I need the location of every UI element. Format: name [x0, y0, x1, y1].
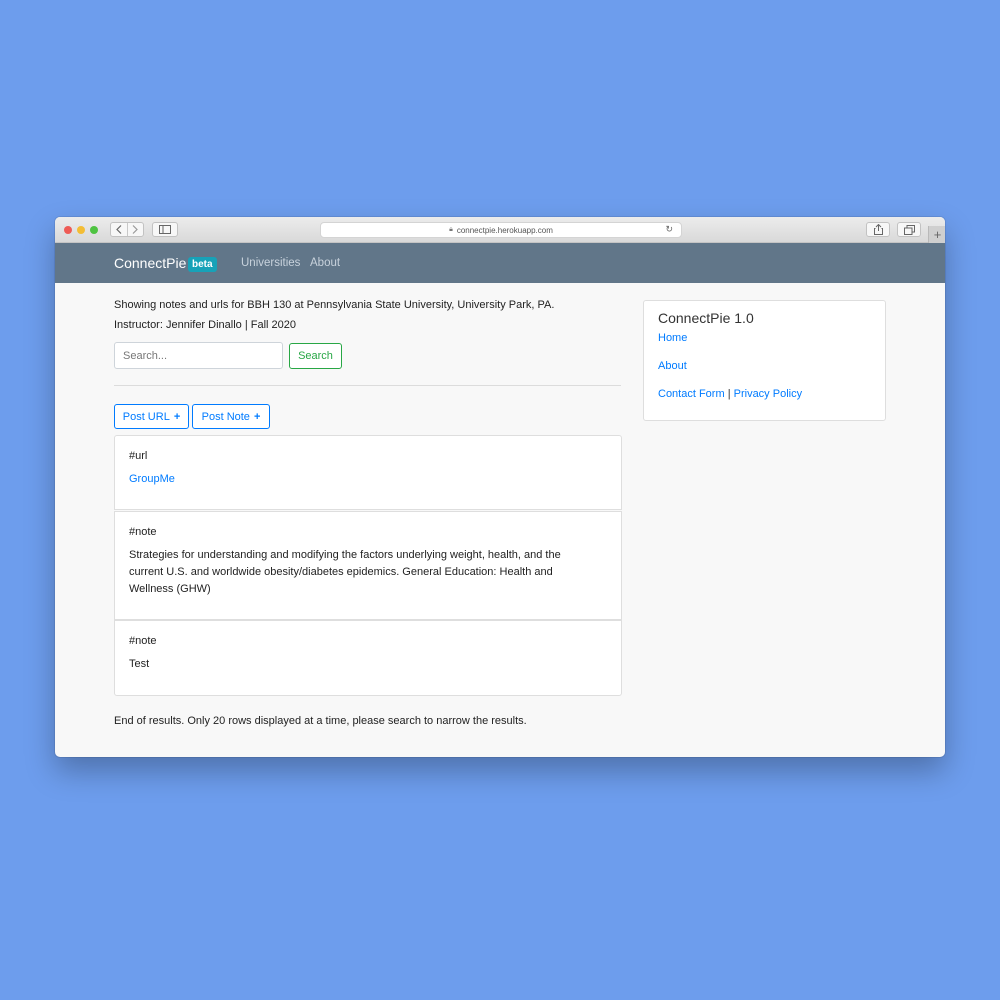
results-footer: End of results. Only 20 rows displayed a… — [114, 715, 527, 727]
item-tag: #note — [129, 526, 157, 538]
share-icon[interactable] — [866, 222, 890, 237]
item-tag: #url — [129, 450, 148, 462]
minimize-window-button[interactable] — [77, 226, 85, 234]
contact-form-link[interactable]: Contact Form — [658, 388, 725, 400]
history-nav — [110, 222, 144, 237]
plus-icon: + — [173, 410, 181, 423]
back-icon[interactable] — [111, 223, 128, 236]
item-link[interactable]: GroupMe — [129, 471, 589, 488]
privacy-policy-link[interactable]: Privacy Policy — [734, 388, 802, 400]
sidebar-toggle-icon[interactable] — [152, 222, 178, 237]
post-note-button[interactable]: Post Note + — [192, 404, 270, 429]
instructor-info: Instructor: Jennifer Dinallo | Fall 2020 — [114, 319, 296, 331]
reload-icon[interactable]: ↻ — [665, 224, 673, 235]
brand-logo[interactable]: ConnectPie — [114, 255, 186, 271]
sidebar-title: ConnectPie 1.0 — [658, 310, 754, 326]
beta-badge: beta — [188, 257, 217, 272]
address-url: connectpie.herokuapp.com — [456, 225, 553, 235]
nav-link-universities[interactable]: Universities — [241, 257, 300, 269]
post-note-label: Post Note — [201, 410, 250, 423]
nav-link-about[interactable]: About — [310, 257, 340, 269]
address-bar[interactable]: 🔒︎ connectpie.herokuapp.com ↻ — [320, 222, 682, 238]
list-item: #note Strategies for understanding and m… — [114, 511, 622, 620]
post-url-label: Post URL — [122, 410, 170, 423]
search-button[interactable]: Search — [289, 343, 342, 369]
site-navbar: ConnectPie beta Universities About — [55, 243, 945, 283]
list-item: #url GroupMe — [114, 435, 622, 510]
item-body: Test — [129, 658, 150, 670]
new-tab-button[interactable]: + — [928, 226, 945, 243]
divider — [114, 385, 621, 386]
link-separator: | — [727, 388, 731, 400]
list-item: #note Test — [114, 620, 622, 696]
close-window-button[interactable] — [64, 226, 72, 234]
lock-icon: 🔒︎ — [449, 226, 453, 233]
plus-icon: + — [253, 410, 261, 423]
page-content: Showing notes and urls for BBH 130 at Pe… — [55, 283, 945, 757]
sidebar-link-home[interactable]: Home — [658, 332, 687, 344]
browser-toolbar: 🔒︎ connectpie.herokuapp.com ↻ + — [55, 217, 945, 243]
sidebar-card: ConnectPie 1.0 Home About Contact Form |… — [643, 300, 886, 421]
zoom-window-button[interactable] — [90, 226, 98, 234]
sidebar-link-about[interactable]: About — [658, 360, 687, 372]
browser-window: 🔒︎ connectpie.herokuapp.com ↻ + ConnectP… — [55, 217, 945, 757]
forward-icon[interactable] — [128, 223, 144, 236]
post-url-button[interactable]: Post URL + — [114, 404, 189, 429]
sidebar-footer-links: Contact Form | Privacy Policy — [658, 388, 802, 400]
item-body: Strategies for understanding and modifyi… — [129, 549, 561, 595]
tabs-overview-icon[interactable] — [897, 222, 921, 237]
item-tag: #note — [129, 635, 157, 647]
course-info: Showing notes and urls for BBH 130 at Pe… — [114, 299, 555, 311]
search-input[interactable] — [114, 342, 283, 369]
